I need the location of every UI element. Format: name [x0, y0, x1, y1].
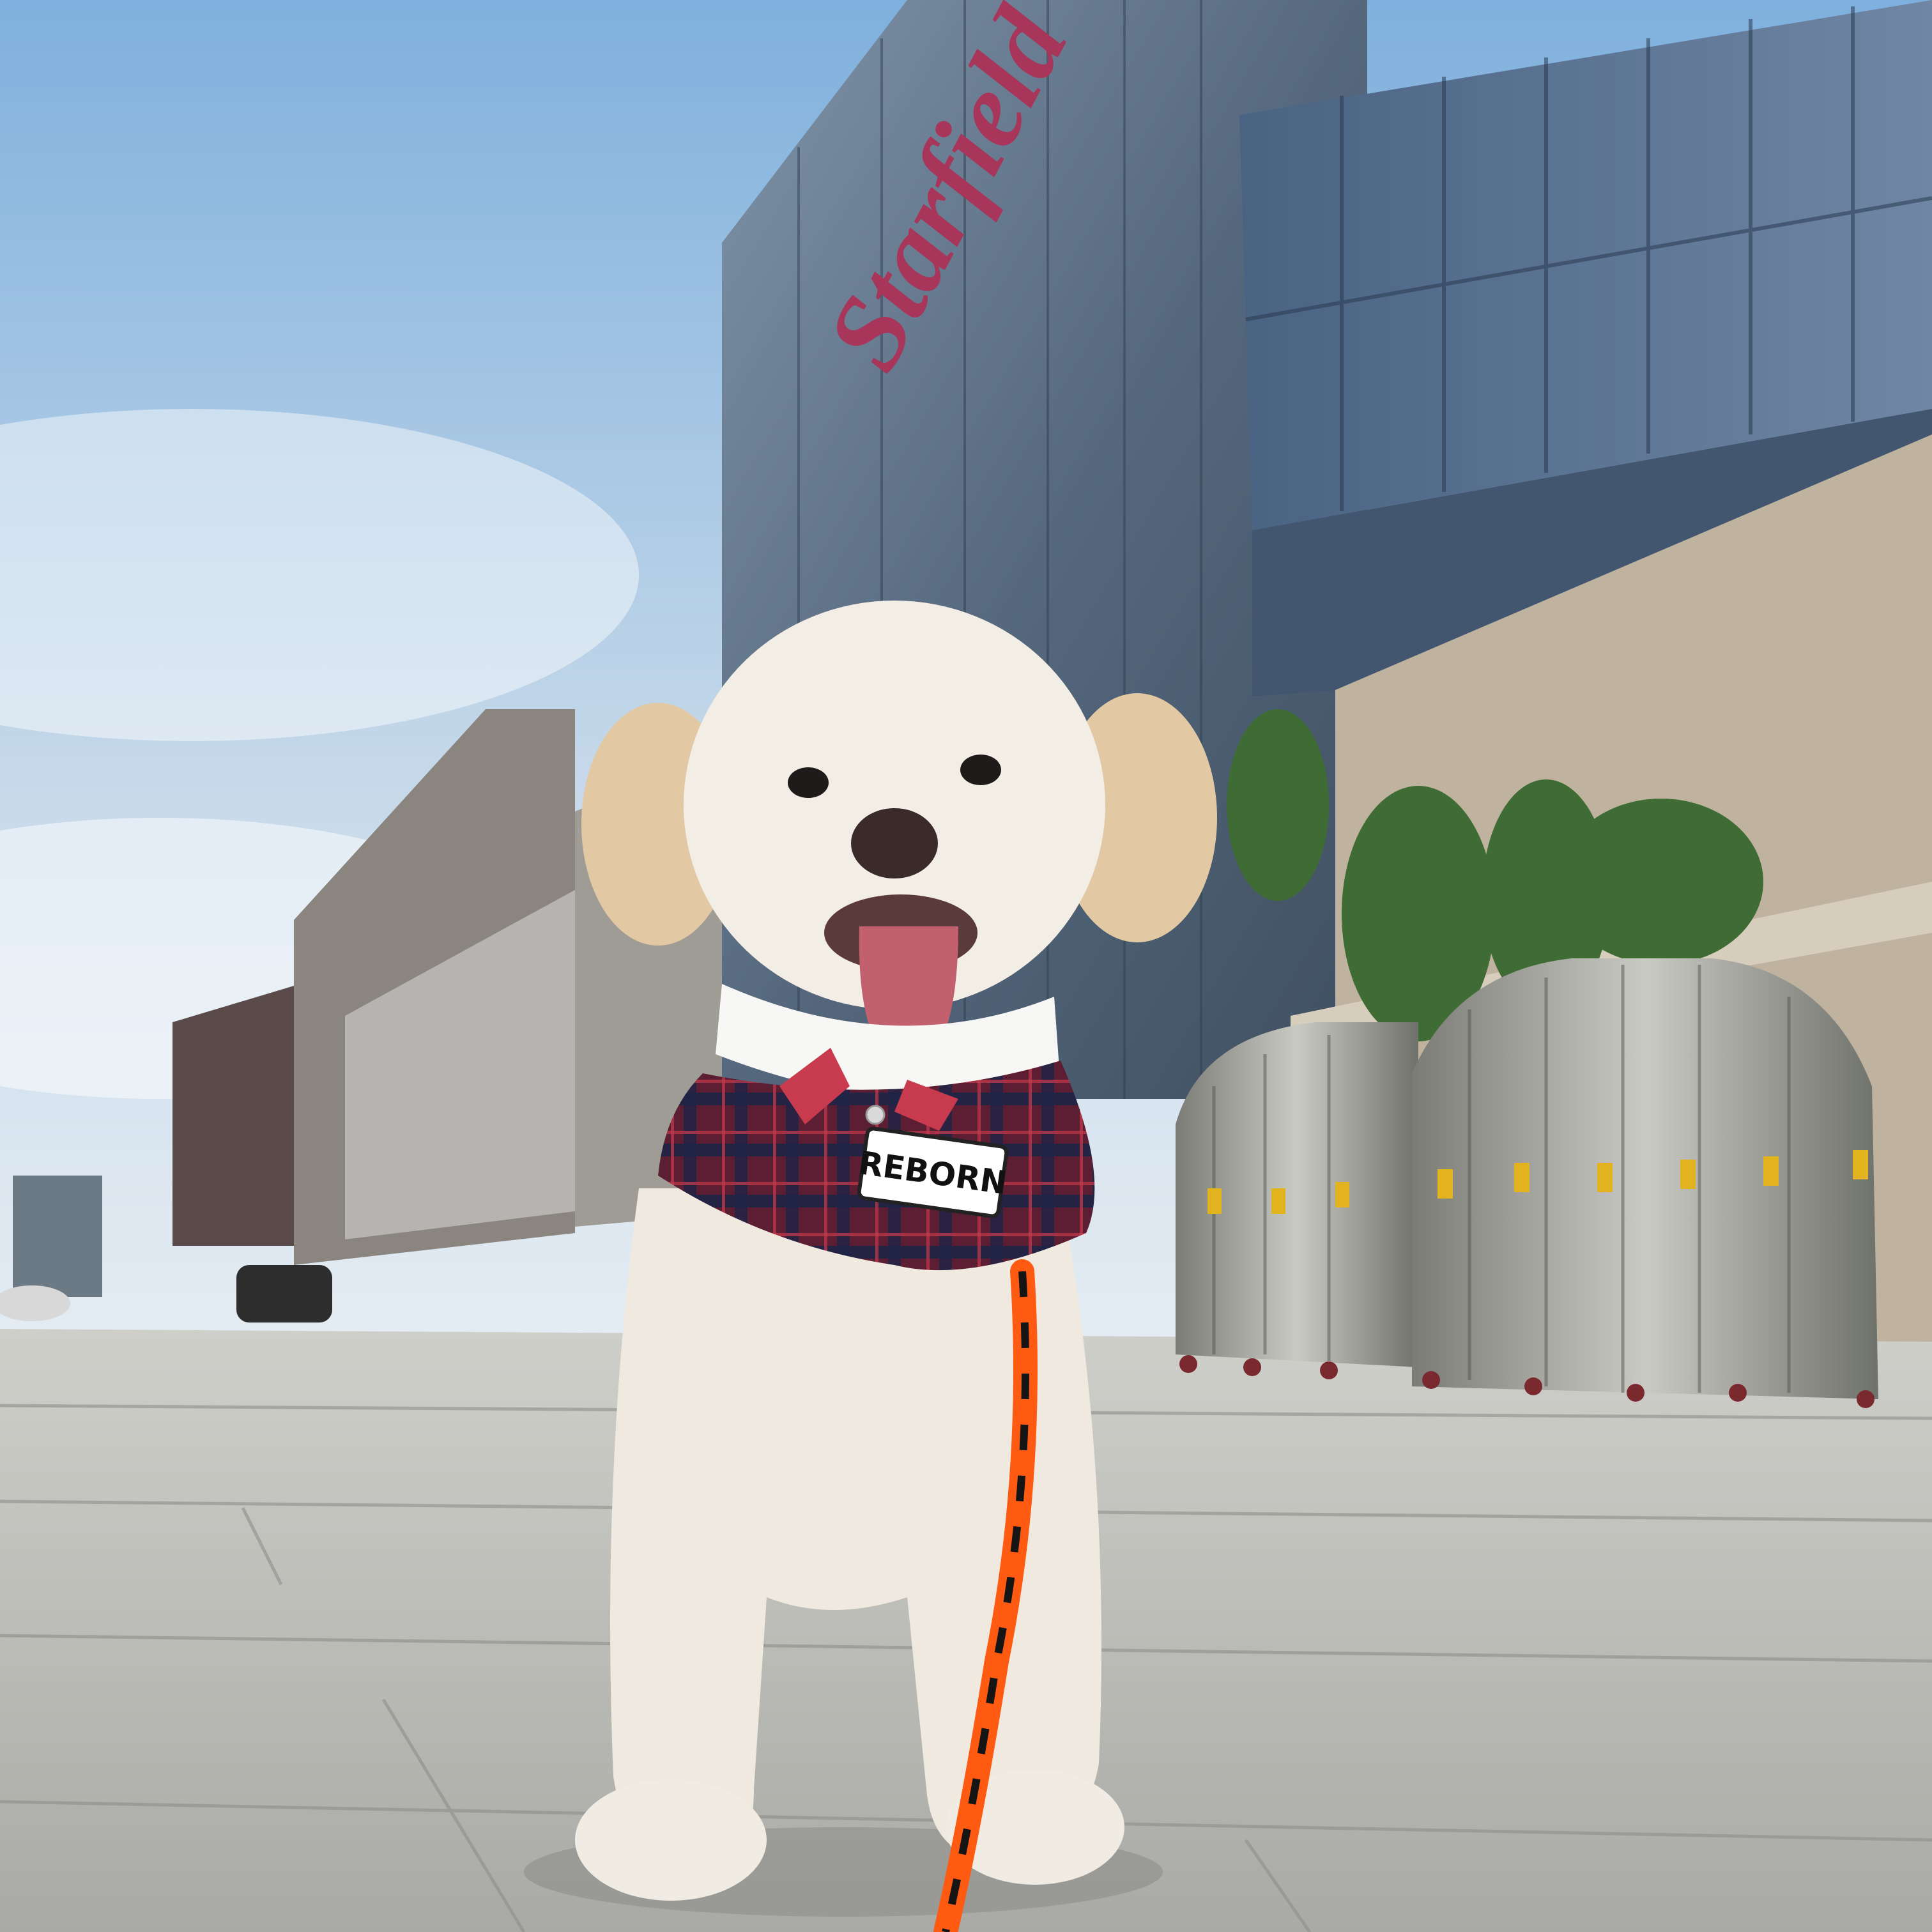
photo-scene: Starfield REBORN	[0, 0, 1932, 1932]
dog-paw-left	[575, 1779, 767, 1901]
motorbike	[236, 1265, 332, 1322]
mall-facade-low	[172, 984, 300, 1246]
dog-eye-left	[788, 767, 829, 798]
collar-charm	[865, 1105, 885, 1125]
dog-nose	[851, 808, 938, 878]
dog-eye-right	[960, 755, 1001, 785]
distant-tower	[13, 1176, 102, 1297]
